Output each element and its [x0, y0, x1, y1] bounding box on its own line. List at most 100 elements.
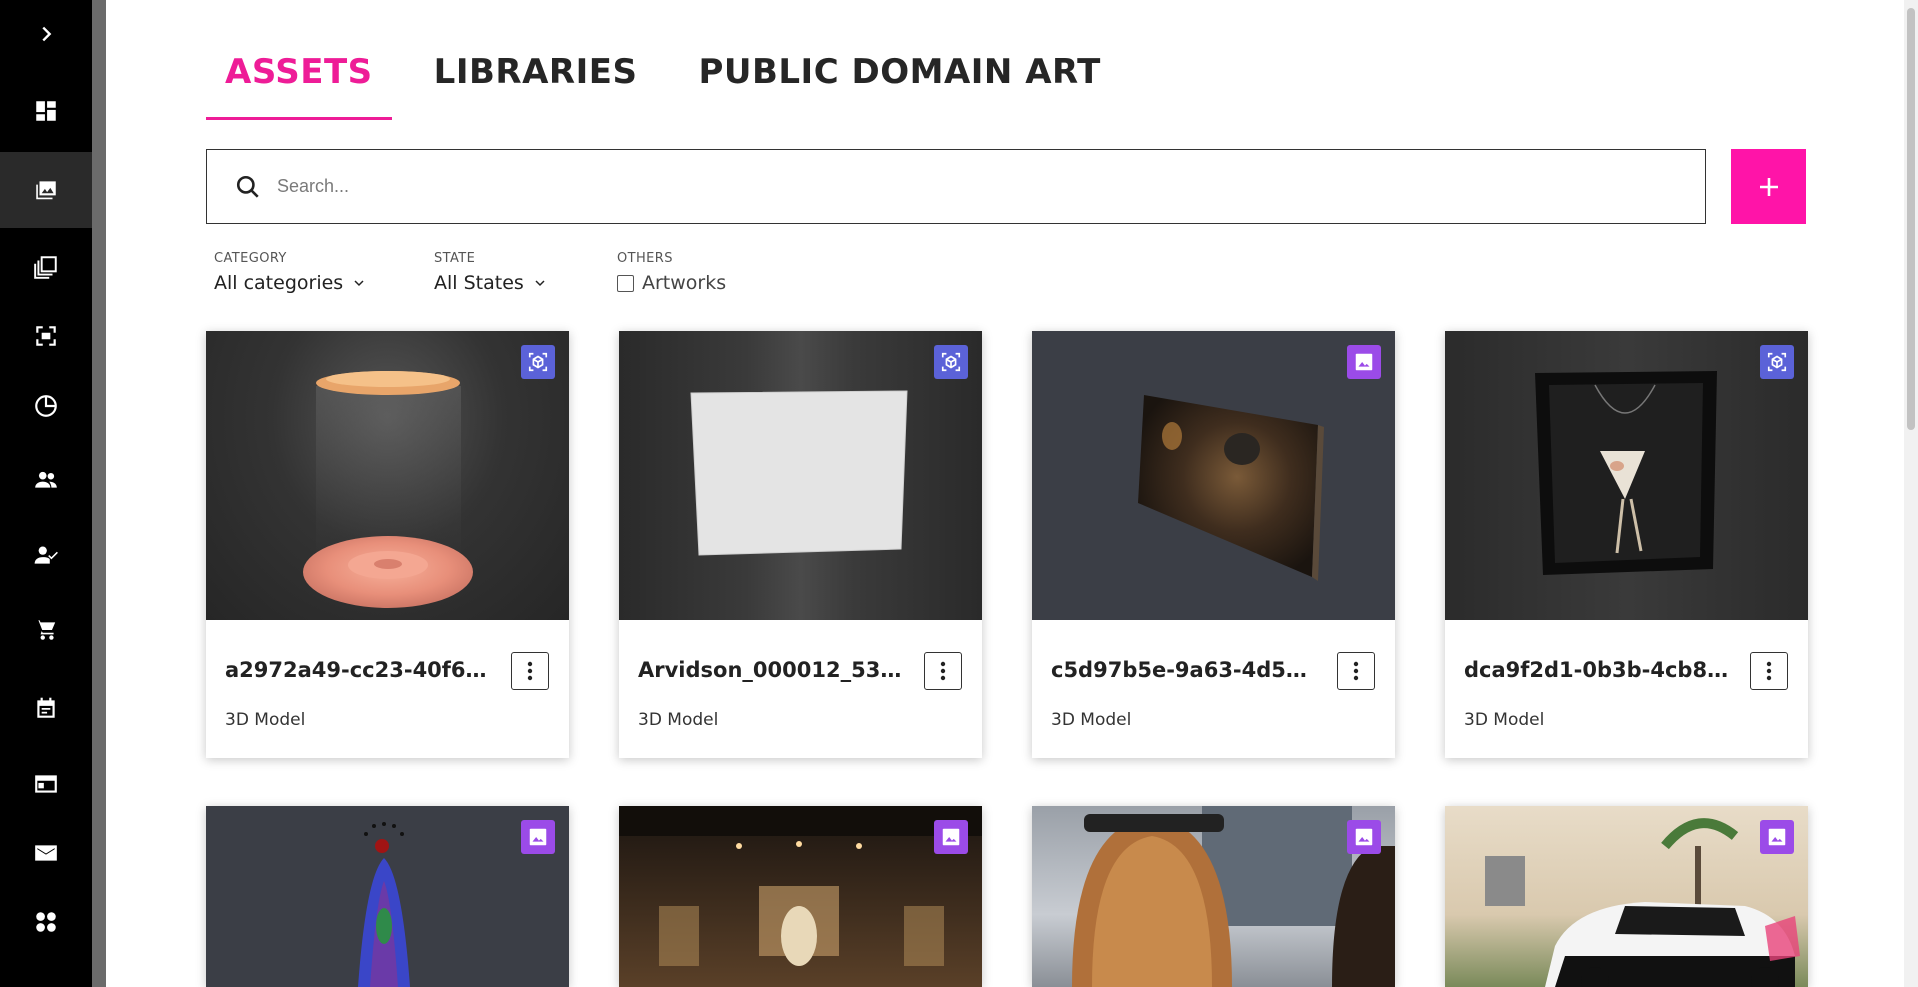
more-vertical-icon [527, 661, 533, 681]
sidebar-item-users[interactable] [0, 442, 92, 518]
asset-card-body: a2972a49-cc23-40f6-9... 3D Model [206, 620, 569, 758]
shopping-cart-icon [35, 620, 56, 640]
state-dropdown[interactable]: All States [434, 272, 548, 294]
sidebar-item-scan[interactable] [0, 298, 92, 374]
search-input[interactable] [277, 176, 1657, 197]
state-filter: STATE All States [434, 251, 548, 294]
asset-title: dca9f2d1-0b3b-4cb8-b... [1464, 658, 1734, 682]
badge-3d-model [934, 345, 968, 379]
asset-preview [619, 806, 982, 966]
asset-thumbnail [206, 331, 569, 620]
chevron-down-icon [354, 280, 364, 287]
asset-card[interactable] [1032, 806, 1395, 987]
3d-model-icon [941, 352, 961, 372]
image-icon [1768, 828, 1786, 846]
sidebar-item-approvals[interactable] [0, 517, 92, 593]
more-vertical-icon [940, 661, 946, 681]
asset-type: 3D Model [1051, 710, 1132, 730]
category-dropdown-value: All categories [214, 272, 344, 294]
plus-icon [1759, 177, 1778, 196]
people-icon [35, 471, 57, 488]
category-filter-label: CATEGORY [214, 251, 287, 266]
apps-icon [36, 912, 56, 932]
badge-image [521, 820, 555, 854]
asset-thumbnail [1445, 331, 1808, 620]
scan-frame-icon [36, 326, 56, 346]
asset-title: a2972a49-cc23-40f6-9... [225, 658, 495, 682]
asset-card-body: c5d97b5e-9a63-4d5e-a... 3D Model [1032, 620, 1395, 758]
asset-preview [1485, 818, 1800, 987]
sidebar-item-apps[interactable] [0, 884, 92, 960]
asset-thumbnail [206, 806, 569, 987]
artworks-checkbox[interactable] [617, 274, 634, 292]
image-icon [529, 828, 547, 846]
artworks-checkbox-label: Artworks [642, 272, 727, 294]
asset-preview [358, 822, 410, 987]
asset-type: 3D Model [1464, 710, 1545, 730]
add-asset-button[interactable] [1731, 149, 1806, 224]
mail-icon [35, 845, 57, 861]
more-vertical-icon [1766, 661, 1772, 681]
photo-library-icon [36, 181, 56, 200]
page-scrollbar[interactable] [1904, 0, 1918, 987]
asset-menu-button[interactable] [924, 652, 962, 690]
sidebar-item-web[interactable] [0, 746, 92, 822]
asset-thumbnail [619, 331, 982, 620]
sidebar [0, 0, 92, 987]
web-browser-icon [35, 775, 57, 793]
asset-card[interactable] [206, 806, 569, 987]
asset-menu-button[interactable] [1337, 652, 1375, 690]
sidebar-item-collections[interactable] [0, 229, 92, 305]
tab-libraries[interactable]: LIBRARIES [415, 52, 657, 120]
artworks-checkbox-row[interactable]: Artworks [617, 272, 726, 294]
3d-model-icon [1767, 352, 1787, 372]
sidebar-item-shop[interactable] [0, 592, 92, 668]
asset-card[interactable] [619, 806, 982, 987]
asset-card[interactable]: c5d97b5e-9a63-4d5e-a... 3D Model [1032, 331, 1395, 758]
image-icon [1355, 353, 1373, 371]
calendar-icon [37, 697, 55, 718]
asset-menu-button[interactable] [511, 652, 549, 690]
asset-card[interactable]: Arvidson_000012_5314... 3D Model [619, 331, 982, 758]
chevron-down-icon [535, 280, 545, 287]
sidebar-item-calendar[interactable] [0, 670, 92, 746]
sidebar-item-analytics[interactable] [0, 368, 92, 444]
category-dropdown[interactable]: All categories [214, 272, 367, 294]
asset-preview [1072, 806, 1395, 987]
others-filter-label: OTHERS [617, 251, 673, 266]
search-icon [236, 175, 259, 198]
asset-menu-button[interactable] [1750, 652, 1788, 690]
asset-card[interactable]: a2972a49-cc23-40f6-9... 3D Model [206, 331, 569, 758]
category-filter: CATEGORY All categories [214, 251, 367, 294]
asset-type: 3D Model [225, 710, 306, 730]
sidebar-item-mail[interactable] [0, 815, 92, 891]
sidebar-item-assets[interactable] [0, 152, 92, 228]
asset-thumbnail [1032, 331, 1395, 620]
asset-card-body: Arvidson_000012_5314... 3D Model [619, 620, 982, 758]
badge-3d-model [521, 345, 555, 379]
tab-public-domain-art[interactable]: PUBLIC DOMAIN ART [679, 52, 1119, 120]
asset-card[interactable]: dca9f2d1-0b3b-4cb8-b... 3D Model [1445, 331, 1808, 758]
asset-preview [1138, 395, 1324, 581]
asset-thumbnail [1445, 806, 1808, 987]
badge-image [1347, 820, 1381, 854]
tab-assets[interactable]: ASSETS [206, 52, 392, 120]
page-scrollbar-thumb[interactable] [1907, 8, 1915, 430]
badge-image [934, 820, 968, 854]
state-filter-label: STATE [434, 251, 476, 266]
asset-card[interactable] [1445, 806, 1808, 987]
asset-type: 3D Model [638, 710, 719, 730]
sidebar-rail [92, 0, 106, 987]
asset-title: c5d97b5e-9a63-4d5e-a... [1051, 658, 1321, 682]
asset-title: Arvidson_000012_5314... [638, 658, 908, 682]
state-dropdown-value: All States [434, 272, 524, 294]
more-vertical-icon [1353, 661, 1359, 681]
badge-image [1347, 345, 1381, 379]
others-filter: OTHERS Artworks [617, 251, 726, 294]
chevron-right-icon [42, 26, 52, 42]
badge-image [1760, 820, 1794, 854]
sidebar-item-dashboard[interactable] [0, 73, 92, 149]
user-check-icon [34, 546, 58, 564]
sidebar-expand-button[interactable] [0, 0, 92, 68]
asset-thumbnail [1032, 806, 1395, 987]
